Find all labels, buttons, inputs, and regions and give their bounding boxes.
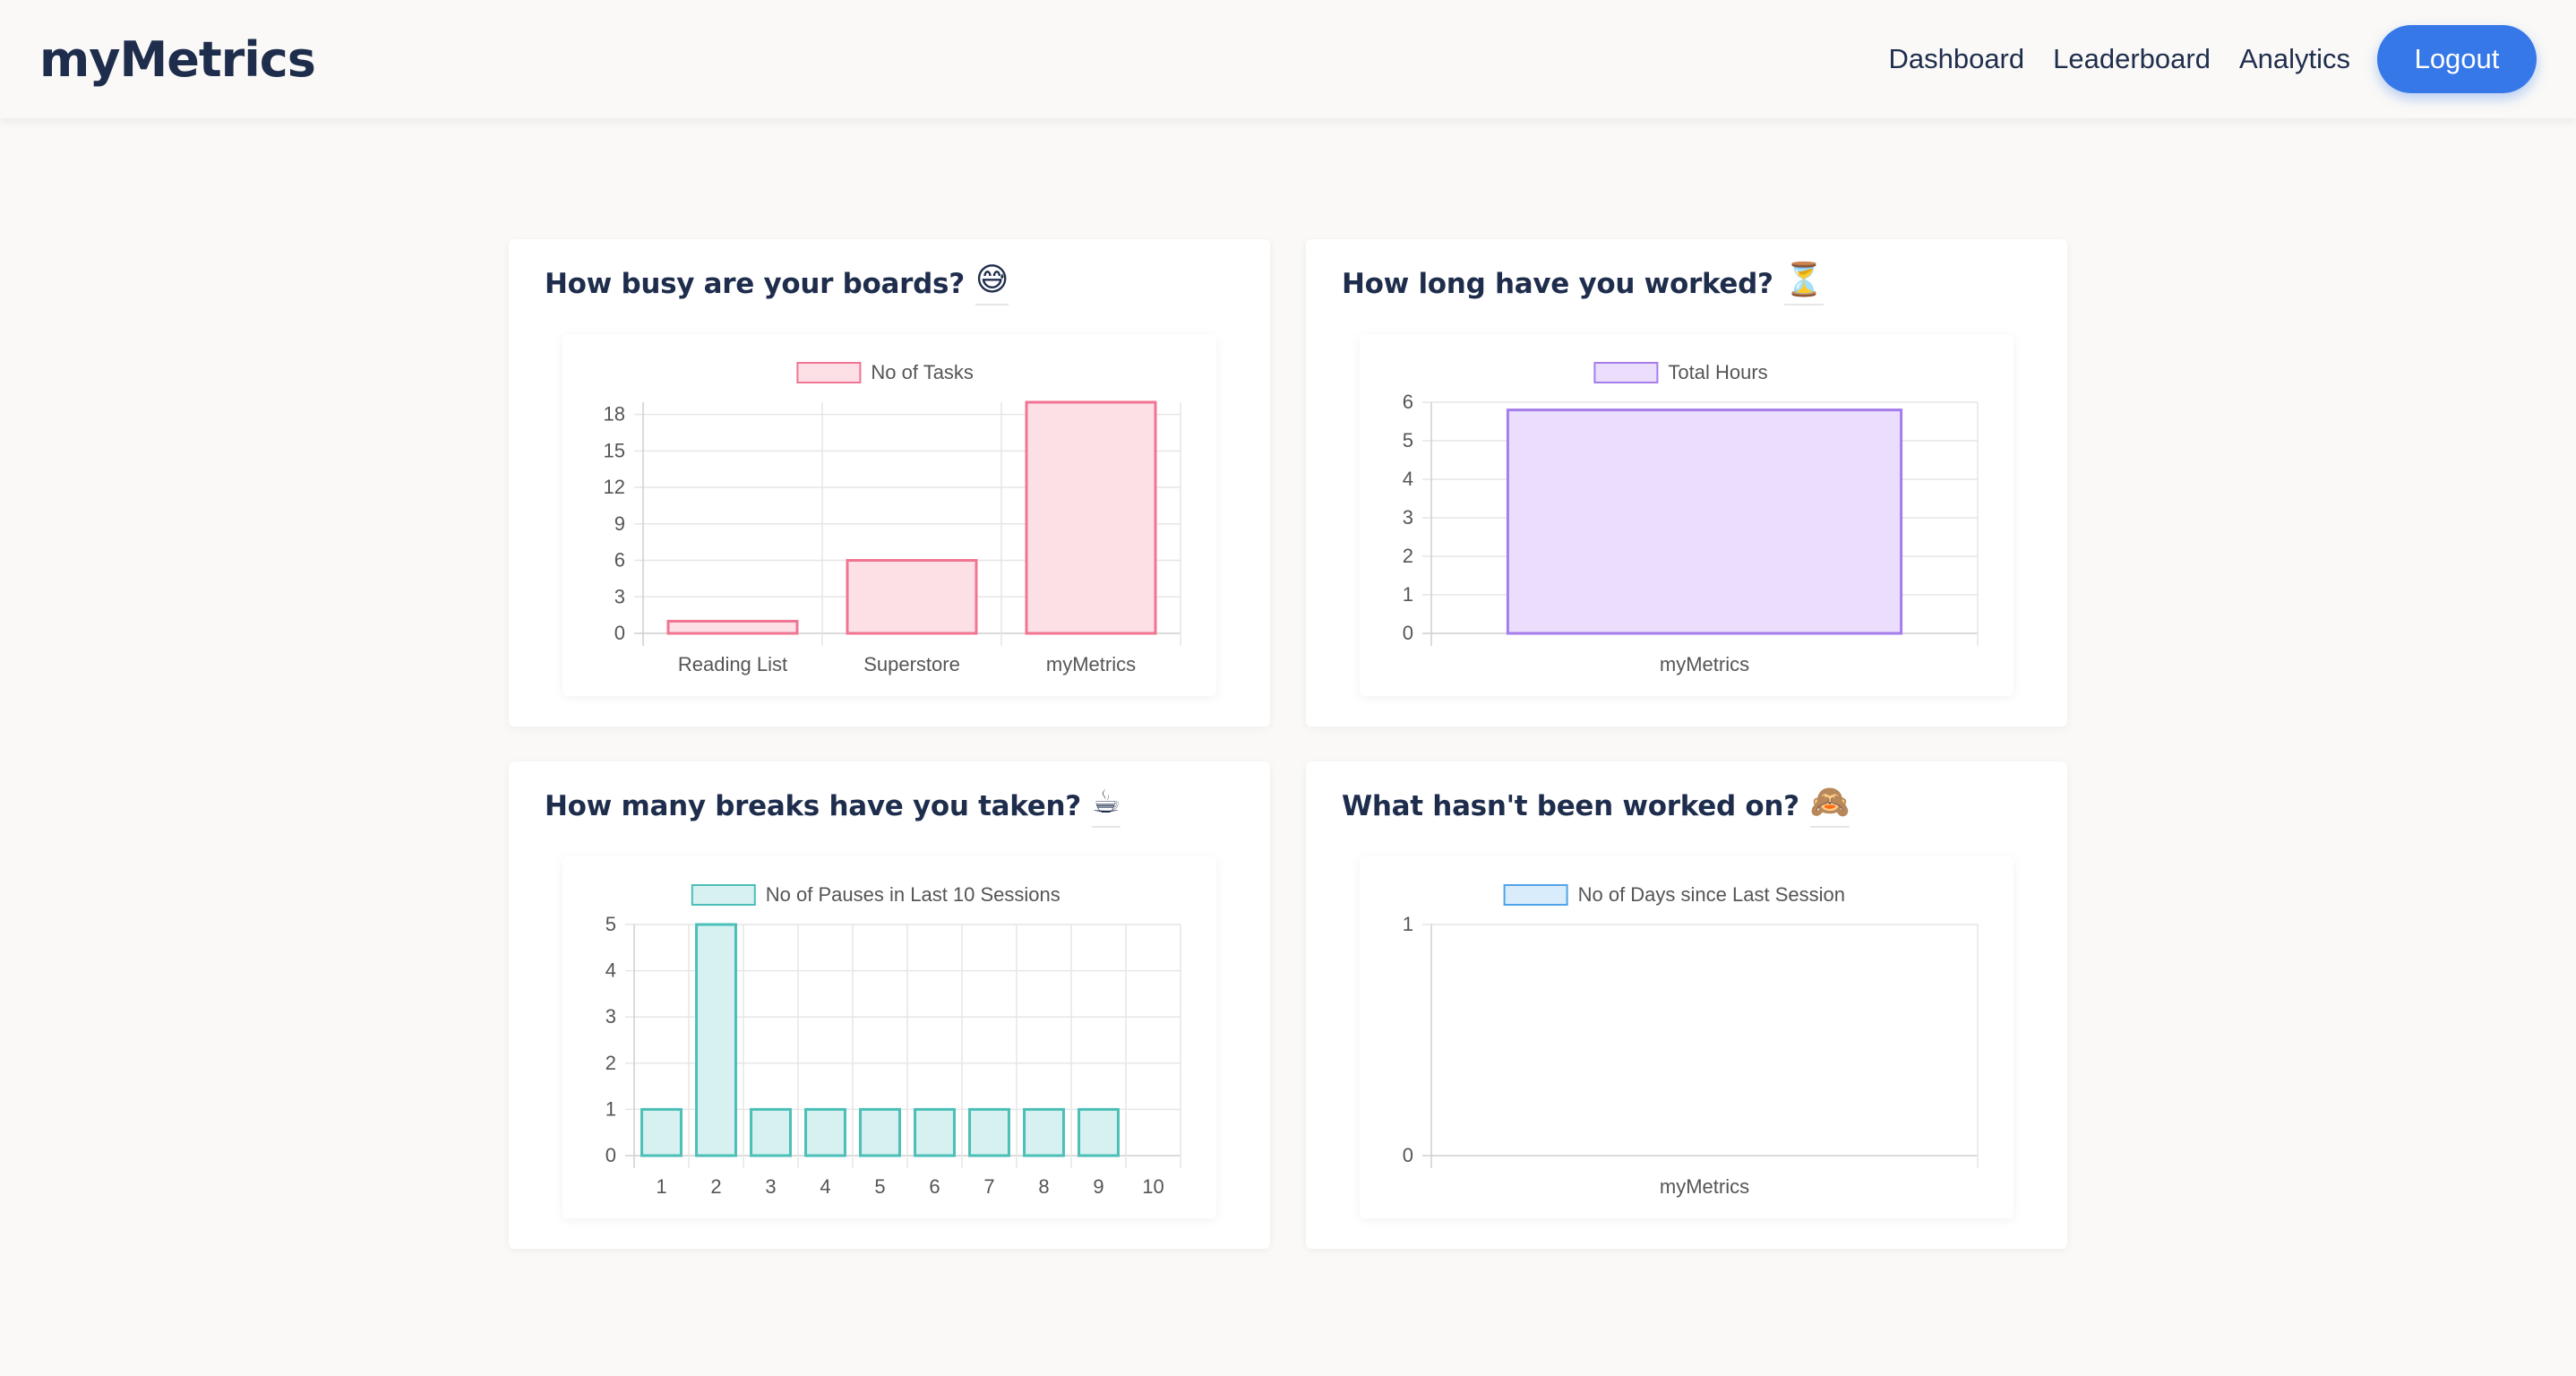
bar (1078, 1107, 1120, 1157)
x-tick-label: 4 (820, 1175, 830, 1198)
y-tick-label: 5 (605, 913, 616, 935)
card-boards-busy: How busy are your boards? 😅 No of Tasks 0… (509, 239, 1270, 727)
bar (859, 1107, 901, 1157)
y-tick-label: 4 (605, 959, 616, 982)
x-tick-label: 6 (929, 1175, 940, 1198)
card-hours-worked: How long have you worked? ⏳ Total Hours 0… (1306, 239, 2067, 727)
y-tick-label: 9 (614, 512, 625, 535)
bar (750, 1107, 792, 1157)
card-title-text: How long have you worked? (1342, 268, 1773, 300)
chart-container: No of Pauses in Last 10 Sessions 0 1 2 3 4 5 1 2… (562, 856, 1216, 1218)
legend-label: No of Tasks (871, 361, 974, 383)
bar (846, 559, 978, 635)
y-tick-label: 4 (1403, 468, 1413, 490)
brand-logo[interactable]: myMetrics (39, 31, 316, 88)
x-tick-label: myMetrics (1660, 653, 1749, 675)
y-tick-label: 0 (1403, 622, 1413, 644)
bar (968, 1107, 1010, 1157)
y-tick-label: 0 (614, 622, 625, 644)
legend-label: No of Pauses in Last 10 Sessions (766, 883, 1060, 906)
nav-links: Dashboard Leaderboard Analytics Logout (1859, 25, 2537, 93)
sweat-smile-emoji-icon: 😅 (975, 262, 1009, 305)
bar (695, 923, 737, 1157)
legend-swatch (1593, 362, 1659, 383)
bar (666, 619, 799, 635)
x-tick-label: 1 (656, 1175, 666, 1198)
card-title-text: What hasn't been worked on? (1342, 790, 1799, 822)
x-tick-label: 10 (1142, 1175, 1163, 1198)
legend-label: Total Hours (1668, 361, 1767, 383)
nav-link-analytics[interactable]: Analytics (2239, 43, 2350, 75)
card-title: How many breaks have you taken? ☕ (545, 785, 1121, 828)
legend-label: No of Days since Last Session (1578, 883, 1845, 906)
y-tick-label: 12 (604, 476, 625, 498)
card-breaks-taken: How many breaks have you taken? ☕ No of … (509, 761, 1270, 1249)
bar (640, 1107, 683, 1157)
y-tick-label: 3 (1403, 506, 1413, 529)
x-tick-label: myMetrics (1046, 653, 1136, 675)
legend-swatch (1503, 884, 1568, 906)
nav-link-dashboard[interactable]: Dashboard (1888, 43, 2024, 75)
hours-worked-chart: Total Hours 0 1 2 3 4 5 6 myMetrics (1403, 361, 1979, 675)
y-tick-label: 1 (605, 1097, 616, 1120)
y-tick-label: 1 (1403, 583, 1413, 606)
y-tick-label: 15 (604, 439, 625, 461)
hourglass-emoji-icon: ⏳ (1783, 262, 1825, 305)
chart-container: Total Hours 0 1 2 3 4 5 6 myMetrics (1360, 334, 2014, 696)
card-title: How busy are your boards? 😅 (545, 262, 1009, 305)
days-since-session-chart: No of Days since Last Session 0 1 myMetrics (1403, 883, 1979, 1198)
y-tick-label: 3 (605, 1005, 616, 1028)
bar (1025, 400, 1157, 635)
y-tick-label: 0 (605, 1144, 616, 1166)
x-tick-label: Reading List (678, 653, 787, 675)
bar (1506, 408, 1903, 635)
card-title: How long have you worked? ⏳ (1342, 262, 1825, 305)
tasks-per-board-chart: No of Tasks 0 3 6 9 12 15 18 Reading List Superst… (604, 361, 1181, 675)
legend-swatch (691, 884, 756, 906)
x-tick-label: 5 (874, 1175, 885, 1198)
card-title-text: How busy are your boards? (545, 268, 965, 300)
x-tick-label: 7 (983, 1175, 994, 1198)
x-tick-label: myMetrics (1660, 1175, 1749, 1198)
y-tick-label: 5 (1403, 429, 1413, 452)
y-tick-label: 2 (605, 1052, 616, 1074)
see-no-evil-monkey-emoji-icon: 🙈 (1809, 785, 1850, 828)
pauses-chart: No of Pauses in Last 10 Sessions 0 1 2 3 4 5 1 2… (605, 883, 1181, 1198)
y-tick-label: 3 (614, 585, 625, 607)
y-tick-label: 1 (1403, 913, 1413, 935)
x-tick-label: 3 (765, 1175, 776, 1198)
y-tick-label: 2 (1403, 545, 1413, 567)
bar (1023, 1107, 1065, 1157)
bar (914, 1107, 956, 1157)
x-tick-label: 9 (1093, 1175, 1103, 1198)
chart-container: No of Tasks 0 3 6 9 12 15 18 Reading List Superst… (562, 334, 1216, 696)
top-navbar: myMetrics Dashboard Leaderboard Analytic… (0, 0, 2576, 118)
y-tick-label: 0 (1403, 1144, 1413, 1166)
nav-link-leaderboard[interactable]: Leaderboard (2053, 43, 2211, 75)
x-tick-label: 8 (1038, 1175, 1049, 1198)
logout-button[interactable]: Logout (2377, 25, 2537, 93)
coffee-emoji-icon: ☕ (1091, 785, 1121, 828)
y-tick-label: 6 (1403, 391, 1413, 413)
bar (804, 1107, 846, 1157)
legend-swatch (796, 362, 862, 383)
card-title-text: How many breaks have you taken? (545, 790, 1081, 822)
card-not-worked-on: What hasn't been worked on? 🙈 No of Days… (1306, 761, 2067, 1249)
y-tick-label: 18 (604, 403, 625, 426)
card-title: What hasn't been worked on? 🙈 (1342, 785, 1850, 828)
chart-container: No of Days since Last Session 0 1 myMetrics (1360, 856, 2014, 1218)
x-tick-label: Superstore (863, 653, 960, 675)
y-tick-label: 6 (614, 549, 625, 572)
x-tick-label: 2 (710, 1175, 721, 1198)
